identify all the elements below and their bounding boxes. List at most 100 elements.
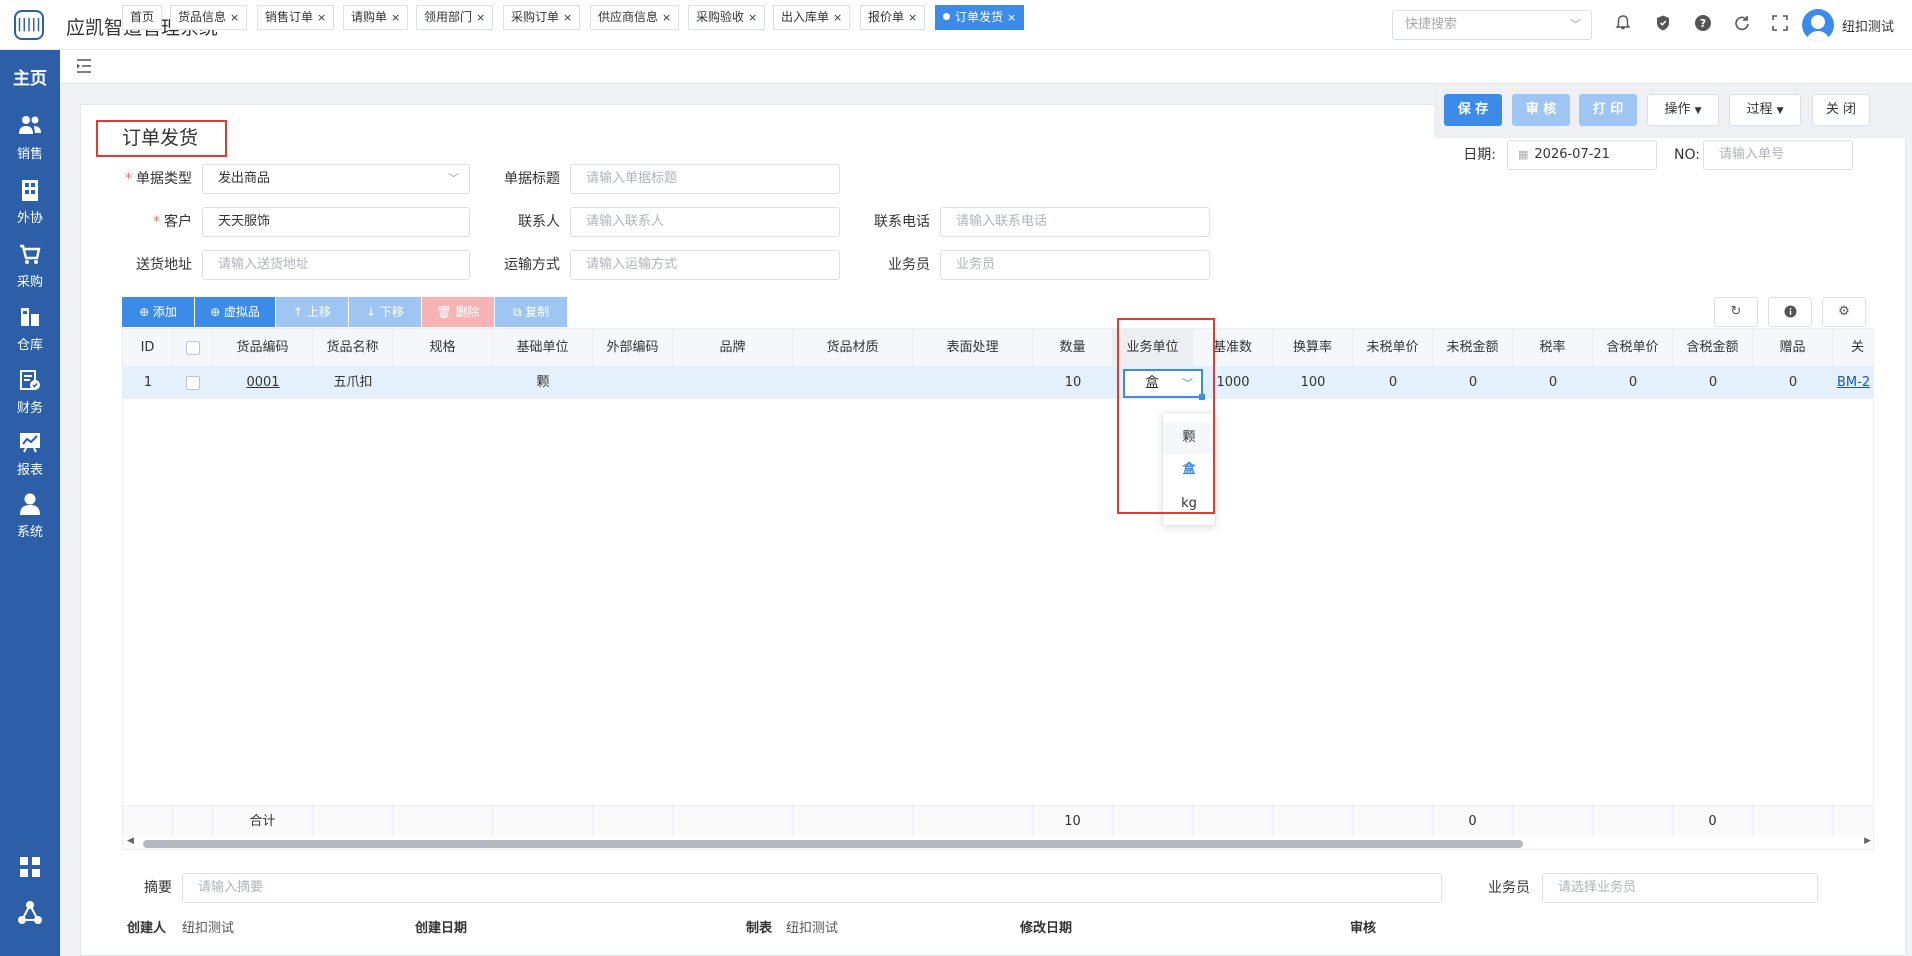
close-icon[interactable]: × xyxy=(563,11,572,24)
caret-down-icon: ▼ xyxy=(1694,106,1702,116)
address-input[interactable]: 请输入送货地址 xyxy=(202,250,470,280)
fullscreen-icon[interactable] xyxy=(1769,14,1791,36)
sidebar-item-warehouse[interactable]: 仓库 xyxy=(0,305,60,353)
cell-tax[interactable]: 0 xyxy=(1513,367,1593,399)
cell-code-link[interactable]: 0001 xyxy=(213,367,313,399)
sidebar-item-purchase[interactable]: 采购 xyxy=(0,242,60,290)
move-up-button[interactable]: ↑ 上移 xyxy=(276,297,348,327)
select-all-checkbox[interactable] xyxy=(185,340,200,355)
sidebar-item-system[interactable]: 系统 xyxy=(0,492,60,540)
close-icon[interactable]: × xyxy=(391,11,400,24)
help-icon[interactable]: ? xyxy=(1692,14,1714,36)
network-icon[interactable] xyxy=(0,900,60,932)
tab-stock-io[interactable]: 出入库单 × xyxy=(773,5,851,30)
bell-icon[interactable] xyxy=(1612,14,1634,36)
close-icon[interactable]: × xyxy=(908,11,917,24)
close-icon[interactable]: × xyxy=(1007,11,1016,24)
close-icon[interactable]: × xyxy=(833,11,842,24)
username[interactable]: 纽扣测试 xyxy=(1842,16,1894,35)
footer-qty-total: 10 xyxy=(1033,806,1113,838)
add-row-button[interactable]: ⊕ 添加 xyxy=(122,297,194,327)
sidebar-item-report[interactable]: 报表 xyxy=(0,430,60,478)
no-input[interactable]: 请输入单号 xyxy=(1703,140,1853,170)
col-amt-in: 含税金额 xyxy=(1673,329,1753,367)
customer-input[interactable]: 天天服饰 xyxy=(202,207,470,237)
salesman-label: 业务员 xyxy=(888,257,930,273)
sidebar-item-outsource[interactable]: 外协 xyxy=(0,178,60,226)
add-virtual-button[interactable]: ⊕ 虚拟品 xyxy=(195,297,275,327)
close-icon[interactable]: × xyxy=(662,11,671,24)
sidebar-item-finance[interactable]: 财务 xyxy=(0,368,60,416)
print-button[interactable]: 打 印 xyxy=(1579,94,1637,126)
grid-info-icon[interactable] xyxy=(1768,297,1812,327)
sidebar-item-label: 仓库 xyxy=(16,338,43,353)
close-icon[interactable]: × xyxy=(317,11,326,24)
grid-settings-icon[interactable]: ⚙ xyxy=(1822,297,1866,327)
delete-row-button[interactable]: 🗑 删除 xyxy=(422,297,494,327)
row-checkbox[interactable] xyxy=(186,375,200,390)
scroll-right-icon[interactable]: ▶ xyxy=(1864,836,1871,846)
refresh-icon[interactable] xyxy=(1731,14,1753,36)
tab-quotation[interactable]: 报价单 × xyxy=(860,5,926,30)
footer-cell xyxy=(1833,806,1873,838)
phone-input[interactable]: 请输入联系电话 xyxy=(940,207,1210,237)
date-field[interactable]: ▦ 2026-07-21 xyxy=(1507,140,1657,170)
tab-purchase-inspect[interactable]: 采购验收 × xyxy=(688,5,766,30)
tab-supplier-info[interactable]: 供应商信息 × xyxy=(590,5,680,30)
sidebar-item-home[interactable]: 主页 xyxy=(0,64,60,89)
cell-id: 1 xyxy=(143,375,153,390)
quick-search-select[interactable]: 快捷搜索 ﹀ xyxy=(1392,10,1592,40)
tab-label: 供应商信息 xyxy=(598,10,659,24)
tab-purchase-request[interactable]: 请购单 × xyxy=(343,5,409,30)
sidebar: 主页 销售 外协 采购 仓库 财务 报表 系统 xyxy=(0,50,60,956)
salesman-input[interactable]: 业务员 xyxy=(940,250,1210,280)
tab-sales-order[interactable]: 销售订单 × xyxy=(257,5,335,30)
horizontal-scrollbar[interactable]: ◀ ▶ xyxy=(123,836,1873,849)
scrollbar-thumb[interactable] xyxy=(143,840,1523,848)
col-select-all[interactable] xyxy=(173,329,213,367)
close-icon[interactable]: × xyxy=(476,11,485,24)
close-button[interactable]: 关 闭 xyxy=(1812,94,1870,126)
copy-row-button[interactable]: ⧉ 复制 xyxy=(495,297,567,327)
bottom-salesman-select[interactable]: 请选择业务员 xyxy=(1542,873,1818,903)
doc-type-select[interactable]: 发出商品 ﹀ xyxy=(202,164,470,194)
move-down-button[interactable]: ↓ 下移 xyxy=(349,297,421,327)
audit-button[interactable]: 审 核 xyxy=(1512,94,1570,126)
sidebar-item-label: 报表 xyxy=(16,463,43,478)
tab-home[interactable]: 首页 xyxy=(122,5,163,30)
close-icon[interactable]: × xyxy=(230,11,239,24)
footer-cell xyxy=(793,806,913,838)
shield-icon[interactable] xyxy=(1652,14,1674,36)
apps-grid-icon[interactable] xyxy=(0,856,60,884)
auditor-label: 审核 xyxy=(1350,921,1377,936)
cell-gift[interactable]: 0 xyxy=(1753,367,1833,399)
tab-purchase-order[interactable]: 采购订单 × xyxy=(503,5,581,30)
tab-dept[interactable]: 领用部门 × xyxy=(416,5,494,30)
table-row[interactable]: 1 0001 五爪扣 颗 10 1000 100 0 0 0 0 0 0 BM-… xyxy=(123,367,1873,399)
cell-price-ex[interactable]: 0 xyxy=(1353,367,1433,399)
doc-title-input[interactable]: 请输入单据标题 xyxy=(570,164,840,194)
operate-dropdown[interactable]: 操作 ▼ xyxy=(1647,94,1719,126)
summary-input[interactable]: 请输入摘要 xyxy=(182,873,1442,903)
menu-fold-icon[interactable] xyxy=(76,58,92,77)
cell-qty[interactable]: 10 xyxy=(1033,367,1113,399)
tab-goods-info[interactable]: 货品信息 × xyxy=(170,5,248,30)
cell-price-in[interactable]: 0 xyxy=(1593,367,1673,399)
footer-cell xyxy=(673,806,793,838)
avatar[interactable] xyxy=(1802,9,1834,41)
create-date-label: 创建日期 xyxy=(415,921,468,936)
close-icon[interactable]: × xyxy=(748,11,757,24)
process-dropdown[interactable]: 过程 ▼ xyxy=(1729,94,1801,126)
contact-input[interactable]: 请输入联系人 xyxy=(570,207,840,237)
cell-ref-link[interactable]: BM-2 xyxy=(1833,367,1873,399)
cell-select[interactable] xyxy=(173,367,213,399)
footer-cell xyxy=(1513,806,1593,838)
footer-amt-ex-total: 0 xyxy=(1433,806,1513,838)
scroll-left-icon[interactable]: ◀ xyxy=(127,836,134,846)
grid-refresh-icon[interactable]: ↻ xyxy=(1714,297,1758,327)
shipping-input[interactable]: 请输入运输方式 xyxy=(570,250,840,280)
save-button[interactable]: 保 存 xyxy=(1444,94,1502,126)
tab-order-shipment[interactable]: 订单发货 × xyxy=(935,5,1025,30)
customer-label-text: 客户 xyxy=(164,214,192,230)
sidebar-item-sales[interactable]: 销售 xyxy=(0,114,60,162)
